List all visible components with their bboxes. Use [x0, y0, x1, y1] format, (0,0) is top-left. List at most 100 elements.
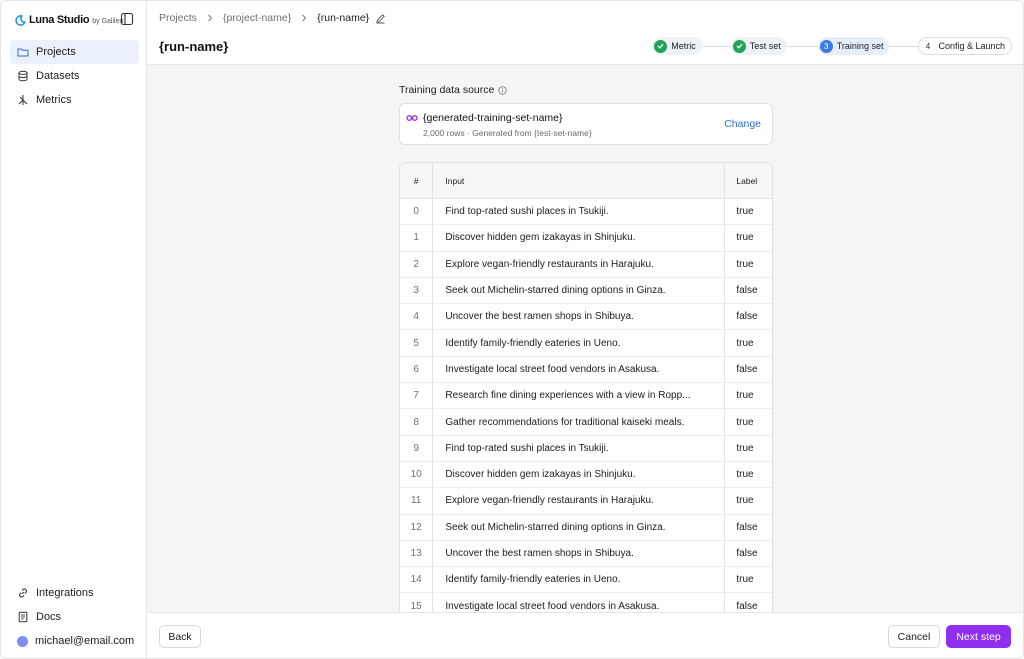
pencil-icon[interactable]	[375, 13, 386, 24]
row-index: 4	[400, 304, 434, 331]
sidebar-item-datasets[interactable]: Datasets	[10, 64, 139, 88]
column-header-index: #	[400, 163, 434, 199]
row-label: false	[725, 593, 772, 612]
sidebar-item-account[interactable]: michael@email.com	[10, 629, 139, 653]
table-row[interactable]: 9 Find top-rated sushi places in Tsukiji.…	[400, 435, 772, 462]
row-label: false	[725, 304, 772, 331]
breadcrumb-run: {run-name}	[317, 12, 370, 24]
table-row[interactable]: 5 Identify family-friendly eateries in Ue…	[400, 330, 772, 357]
training-data-table: # Input Label 0 Find top-rated sushi plac…	[399, 162, 773, 612]
row-input: Find top-rated sushi places in Tsukiji.	[433, 199, 726, 226]
row-label: false	[725, 278, 772, 305]
row-index: 8	[400, 409, 434, 436]
step-label: Test set	[749, 41, 781, 51]
table-row[interactable]: 7 Research fine dining experiences with a…	[400, 383, 772, 410]
chevron-right-icon	[207, 14, 213, 22]
check-icon	[654, 39, 668, 53]
page-title: {run-name}	[159, 39, 229, 54]
table-row[interactable]: 0 Find top-rated sushi places in Tsukiji.…	[400, 199, 772, 226]
document-icon	[18, 611, 28, 623]
row-input: Identify family-friendly eateries in Uen…	[433, 330, 726, 357]
table-body: 0 Find top-rated sushi places in Tsukiji.…	[400, 199, 772, 612]
back-button[interactable]: Back	[159, 625, 201, 648]
brand-name: Luna Studio	[29, 14, 90, 26]
step-label: Training set	[836, 41, 884, 51]
sidebar-item-projects[interactable]: Projects	[10, 40, 139, 64]
change-source-link[interactable]: Change	[724, 118, 761, 130]
row-input: Research fine dining experiences with a …	[433, 383, 726, 410]
row-input: Gather recommendations for traditional k…	[433, 409, 726, 436]
row-input: Discover hidden gem izakayas in Shinjuku…	[433, 225, 726, 252]
sidebar-item-docs[interactable]: Docs	[10, 605, 139, 629]
row-label: true	[725, 225, 772, 252]
table-row[interactable]: 2 Explore vegan-friendly restaurants in H…	[400, 251, 772, 278]
row-label: true	[725, 462, 772, 489]
step-connector	[889, 45, 919, 47]
next-step-button[interactable]: Next step	[946, 625, 1011, 648]
row-index: 6	[400, 356, 434, 384]
row-input: Uncover the best ramen shops in Shibuya.	[433, 304, 726, 331]
table-row[interactable]: 8 Gather recommendations for traditional …	[400, 409, 772, 436]
database-icon	[18, 70, 28, 82]
row-input: Explore vegan-friendly restaurants in Ha…	[433, 488, 726, 515]
row-input: Explore vegan-friendly restaurants in Ha…	[433, 251, 726, 278]
row-index: 9	[400, 435, 434, 462]
step-config-launch[interactable]: 4 Config & Launch	[918, 37, 1012, 55]
step-test-set[interactable]: Test set	[730, 37, 787, 55]
row-index: 2	[400, 251, 434, 278]
breadcrumb-projects[interactable]: Projects	[159, 12, 197, 24]
row-index: 1	[400, 225, 434, 252]
chevron-right-icon	[301, 14, 307, 22]
table-row[interactable]: 15 Investigate local street food vendors …	[400, 593, 772, 612]
table-row[interactable]: 1 Discover hidden gem izakayas in Shinjuk…	[400, 225, 772, 252]
row-index: 11	[400, 488, 434, 515]
row-label: true	[725, 199, 772, 226]
row-index: 3	[400, 277, 434, 305]
training-set-meta: 2,000 rows · Generated from {test-set-na…	[423, 128, 592, 138]
table-row[interactable]: 11 Explore vegan-friendly restaurants in …	[400, 488, 772, 515]
sidebar-item-metrics[interactable]: Metrics	[10, 88, 139, 112]
row-index: 5	[400, 330, 434, 357]
main-content: Training data source {generated-training…	[147, 65, 1023, 612]
row-label: true	[725, 567, 772, 594]
page-footer: Back Cancel Next step	[147, 612, 1023, 658]
table-row[interactable]: 3 Seek out Michelin-starred dining option…	[400, 277, 772, 305]
section-label-text: Training data source	[399, 84, 495, 96]
table-row[interactable]: 10 Discover hidden gem izakayas in Shinju…	[400, 461, 772, 489]
table-row[interactable]: 4 Uncover the best ramen shops in Shibuya…	[400, 304, 772, 331]
table-row[interactable]: 14 Identify family-friendly eateries in U…	[400, 567, 772, 594]
sidebar-item-label: Integrations	[36, 587, 94, 599]
sidebar-toggle-icon[interactable]	[120, 12, 134, 26]
table-row[interactable]: 12 Seek out Michelin-starred dining optio…	[400, 514, 772, 541]
table-row[interactable]: 6 Investigate local street food vendors i…	[400, 356, 772, 384]
row-label: false	[725, 357, 772, 384]
breadcrumb-project[interactable]: {project-name}	[223, 12, 291, 24]
row-index: 12	[400, 514, 434, 541]
cancel-button[interactable]: Cancel	[888, 625, 940, 648]
row-input: Find top-rated sushi places in Tsukiji.	[433, 435, 726, 462]
row-index: 7	[400, 383, 434, 410]
luna-logo-icon	[15, 14, 26, 26]
step-training-set[interactable]: 3 Training set	[817, 37, 890, 55]
column-header-label: Label	[725, 163, 772, 199]
page-header: Projects {project-name} {run-name} {run-…	[147, 1, 1023, 65]
table-row[interactable]: 13 Uncover the best ramen shops in Shibuy…	[400, 540, 772, 568]
app-window: Luna Studio by Galileo Projects Datasets…	[0, 0, 1024, 659]
row-input: Investigate local street food vendors in…	[433, 593, 726, 612]
sidebar-bottom: Integrations Docs michael@email.com	[10, 581, 139, 653]
account-email: michael@email.com	[35, 635, 135, 647]
row-index: 0	[400, 199, 434, 226]
row-input: Uncover the best ramen shops in Shibuya.	[433, 540, 726, 568]
info-icon[interactable]	[498, 85, 508, 95]
check-icon	[732, 39, 746, 53]
metrics-icon	[18, 95, 28, 105]
sidebar-item-integrations[interactable]: Integrations	[10, 581, 139, 605]
row-index: 13	[400, 540, 434, 568]
training-set-name: {generated-training-set-name}	[423, 112, 563, 124]
column-header-input: Input	[433, 163, 726, 199]
step-label: Config & Launch	[938, 41, 1005, 51]
step-metric[interactable]: Metric	[652, 37, 702, 55]
row-label: true	[725, 383, 772, 410]
avatar	[17, 635, 28, 647]
table-header-row: # Input Label	[400, 163, 772, 199]
